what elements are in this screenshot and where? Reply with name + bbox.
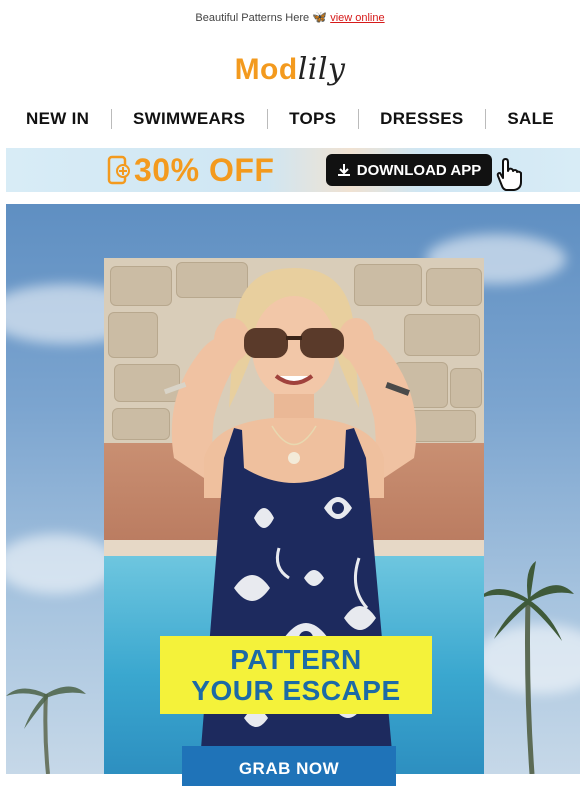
discount-offer: 30% OFF bbox=[134, 152, 275, 188]
nav-item-sale[interactable]: SALE bbox=[507, 109, 554, 129]
download-app-button[interactable]: DOWNLOAD APP bbox=[326, 154, 492, 186]
logo-part-mod: Mod bbox=[234, 53, 298, 86]
preheader: Beautiful Patterns Here 🦋 view online bbox=[0, 10, 580, 24]
headline-line-2: YOUR ESCAPE bbox=[191, 675, 401, 706]
main-nav: NEW IN SWIMWEARS TOPS DRESSES SALE bbox=[0, 104, 580, 134]
nav-divider bbox=[110, 109, 112, 129]
nav-item-swimwears[interactable]: SWIMWEARS bbox=[133, 109, 245, 129]
grab-now-button[interactable]: GRAB NOW bbox=[182, 746, 396, 786]
nav-item-tops[interactable]: TOPS bbox=[289, 109, 336, 129]
app-download-banner[interactable]: 30% OFF DOWNLOAD APP bbox=[6, 148, 580, 192]
download-icon bbox=[337, 164, 350, 176]
hero-banner[interactable]: PATTERN YOUR ESCAPE bbox=[6, 204, 580, 774]
preheader-text: Beautiful Patterns Here bbox=[195, 12, 310, 24]
nav-item-dresses[interactable]: DRESSES bbox=[380, 109, 463, 129]
pointer-hand-icon bbox=[496, 158, 522, 191]
nav-item-new-in[interactable]: NEW IN bbox=[26, 109, 89, 129]
headline-line-1: PATTERN bbox=[230, 644, 362, 675]
nav-divider bbox=[484, 109, 486, 129]
brand-logo[interactable]: Modlily bbox=[0, 48, 580, 92]
download-app-label: DOWNLOAD APP bbox=[356, 161, 482, 179]
nav-divider bbox=[357, 109, 359, 129]
butterfly-icon: 🦋 bbox=[312, 10, 328, 24]
hero-headline: PATTERN YOUR ESCAPE bbox=[160, 636, 432, 714]
palm-tree-image bbox=[478, 561, 574, 774]
nav-divider bbox=[266, 109, 268, 129]
view-online-link[interactable]: view online bbox=[330, 12, 384, 24]
logo-part-lily: lily bbox=[297, 52, 346, 87]
phone-icon bbox=[107, 155, 130, 185]
cloud bbox=[6, 534, 116, 594]
palm-tree-image bbox=[6, 686, 86, 774]
